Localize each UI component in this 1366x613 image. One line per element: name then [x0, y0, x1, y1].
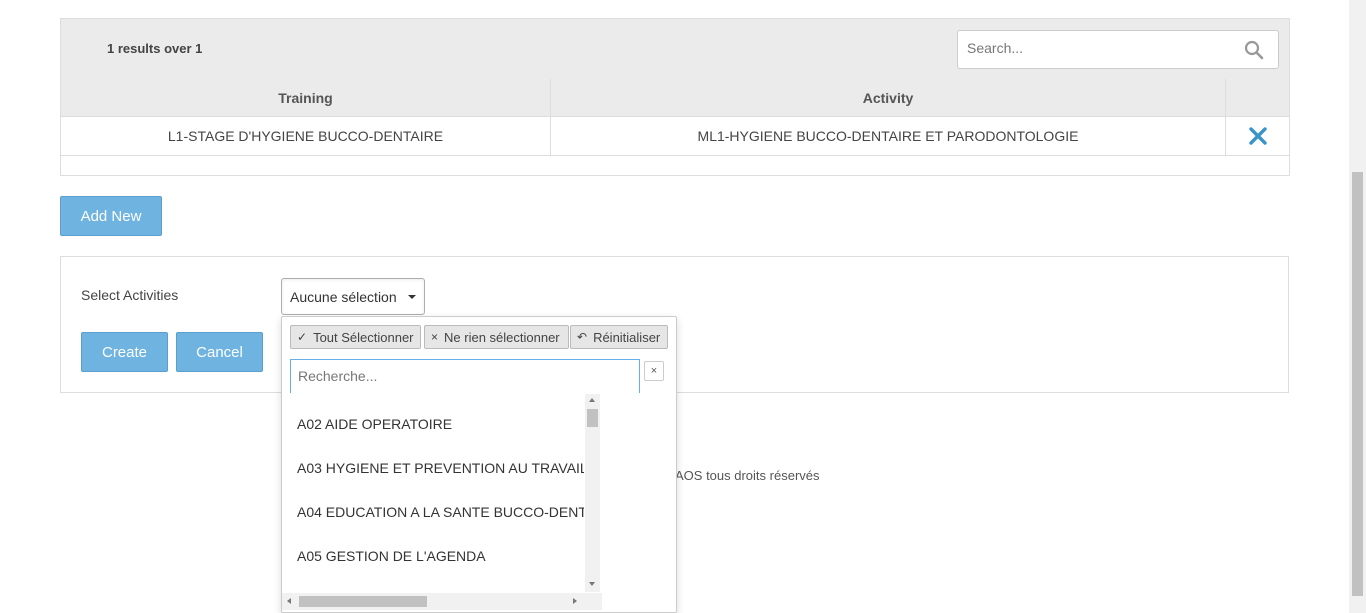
scroll-right-icon[interactable] — [573, 598, 577, 604]
reset-button[interactable]: ↶ Réinitialiser — [570, 325, 668, 349]
table-row: L1-STAGE D'HYGIENE BUCCO-DENTAIRE ML1-HY… — [61, 116, 1289, 156]
column-header-actions — [1225, 79, 1289, 117]
table-search-input[interactable] — [967, 40, 1227, 56]
list-item[interactable]: A05 GESTION DE L'AGENDA — [297, 548, 584, 564]
search-icon[interactable] — [1244, 40, 1264, 60]
dropdown-search-input[interactable] — [298, 368, 628, 384]
list-item[interactable]: A04 EDUCATION A LA SANTE BUCCO-DENTAIRE — [297, 504, 584, 520]
footer-copyright: AOS tous droits réservés — [675, 468, 820, 483]
results-panel: 1 results over 1 Training Activity L1-ST… — [60, 18, 1290, 176]
deselect-all-button[interactable]: × Ne rien sélectionner — [424, 325, 569, 349]
add-new-button[interactable]: Add New — [60, 196, 162, 236]
close-icon[interactable] — [1248, 126, 1268, 146]
column-header-activity[interactable]: Activity — [550, 79, 1226, 117]
options-list: A02 AIDE OPERATOIRE A03 HYGIENE ET PREVE… — [282, 394, 584, 594]
select-all-button[interactable]: ✓ Tout Sélectionner — [290, 325, 421, 349]
select-activities-label: Select Activities — [81, 287, 179, 303]
create-button[interactable]: Create — [81, 332, 168, 372]
undo-icon: ↶ — [577, 330, 588, 344]
activities-select[interactable]: Aucune sélection — [281, 278, 425, 315]
list-item[interactable]: A02 AIDE OPERATOIRE — [297, 416, 584, 432]
horizontal-scrollbar[interactable] — [282, 593, 602, 610]
select-value: Aucune sélection — [290, 289, 397, 305]
vertical-scrollbar[interactable] — [585, 394, 600, 592]
results-count: 1 results over 1 — [107, 41, 203, 56]
page-scroll-thumb[interactable] — [1352, 172, 1363, 596]
scroll-up-icon[interactable] — [589, 398, 595, 402]
dropdown-search-box[interactable] — [290, 359, 640, 393]
caret-down-icon — [408, 295, 416, 299]
panel-header: 1 results over 1 — [61, 19, 1289, 80]
page-scrollbar[interactable] — [1349, 0, 1366, 613]
select-all-label: Tout Sélectionner — [313, 329, 414, 345]
data-table: Training Activity L1-STAGE D'HYGIENE BUC… — [61, 79, 1289, 156]
scroll-down-icon[interactable] — [589, 582, 595, 586]
activities-dropdown-menu: ✓ Tout Sélectionner × Ne rien sélectionn… — [281, 316, 677, 613]
scroll-left-icon[interactable] — [287, 598, 291, 604]
reset-label: Réinitialiser — [593, 329, 661, 345]
x-icon: × — [431, 330, 439, 344]
clear-search-button[interactable]: × — [644, 361, 664, 381]
cancel-button[interactable]: Cancel — [176, 332, 263, 372]
cell-actions — [1225, 116, 1289, 156]
list-item[interactable]: A03 HYGIENE ET PREVENTION AU TRAVAIL — [297, 460, 584, 476]
vertical-scroll-thumb[interactable] — [587, 409, 598, 427]
horizontal-scroll-thumb[interactable] — [299, 596, 427, 607]
table-search-box[interactable] — [957, 30, 1279, 69]
check-icon: ✓ — [297, 330, 308, 344]
deselect-all-label: Ne rien sélectionner — [444, 329, 560, 345]
column-header-training[interactable]: Training — [61, 79, 551, 117]
cell-activity: ML1-HYGIENE BUCCO-DENTAIRE ET PARODONTOL… — [550, 116, 1226, 156]
cell-training: L1-STAGE D'HYGIENE BUCCO-DENTAIRE — [61, 116, 551, 156]
